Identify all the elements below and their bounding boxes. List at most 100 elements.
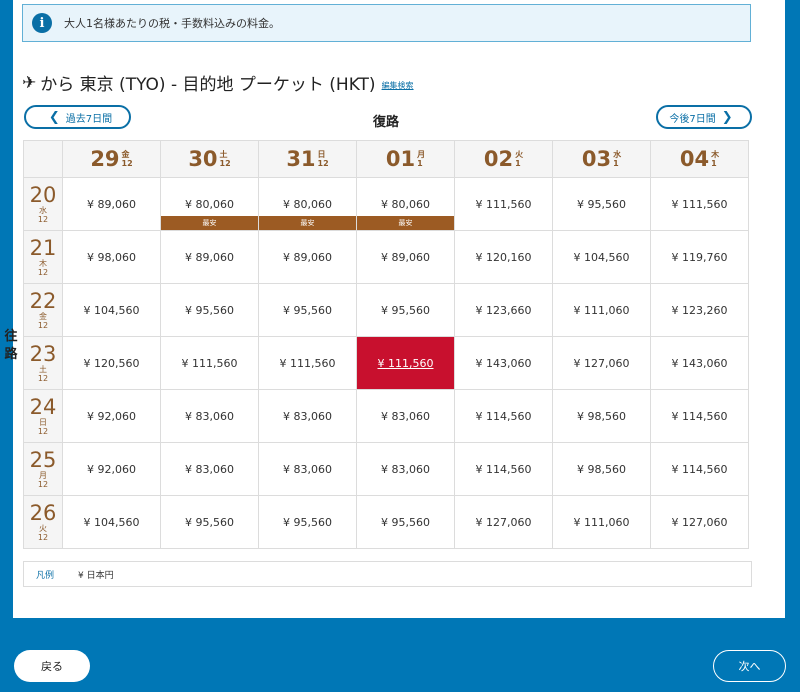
table-row: 21 木 12 ¥ 98,060 ¥ 89,060 ¥ 89,060 ¥ 89,06… — [23, 230, 749, 284]
outbound-day: 24 — [29, 395, 57, 419]
fare-cell[interactable]: ¥ 95,560 — [356, 283, 455, 337]
fare-cell[interactable]: ¥ 98,560 — [552, 442, 651, 496]
fare-cell[interactable]: ¥ 111,560 — [160, 336, 259, 390]
return-day: 01 — [385, 147, 416, 171]
return-dow: 水 — [613, 150, 622, 159]
fare-price: ¥ 83,060 — [283, 463, 332, 476]
fare-price: ¥ 83,060 — [381, 410, 430, 423]
fare-price: ¥ 98,560 — [577, 410, 626, 423]
next-7-days-button[interactable]: 今後7日間 ❯ — [656, 105, 752, 129]
fare-price: ¥ 83,060 — [283, 410, 332, 423]
return-day: 30 — [188, 147, 218, 171]
return-day: 31 — [286, 147, 316, 171]
fare-price: ¥ 104,560 — [573, 251, 630, 264]
return-dow: 月 — [417, 150, 426, 159]
outbound-dow: 火 — [39, 524, 47, 533]
return-month: 1 — [613, 159, 619, 168]
fare-cell[interactable]: ¥ 83,060 — [258, 389, 357, 443]
outbound-day: 21 — [29, 236, 57, 260]
return-month: 12 — [317, 159, 329, 168]
fare-cell[interactable]: ¥ 111,560 — [650, 177, 749, 231]
fare-cell[interactable]: ¥ 111,060 — [552, 495, 651, 549]
return-date-header: 29 金 12 — [62, 140, 161, 178]
fare-cell[interactable]: ¥ 89,060 — [356, 230, 455, 284]
fare-cell[interactable]: ¥ 95,560 — [258, 495, 357, 549]
fare-price: ¥ 89,060 — [283, 251, 332, 264]
outbound-date-header: 23 土 12 — [23, 336, 63, 390]
fare-cell[interactable]: ¥ 127,060 — [650, 495, 749, 549]
outbound-dow: 金 — [39, 312, 47, 321]
fare-cell[interactable]: ¥ 127,060 — [454, 495, 553, 549]
fare-cell[interactable]: ¥ 83,060 — [160, 442, 259, 496]
table-row: 25 月 12 ¥ 92,060 ¥ 83,060 ¥ 83,060 ¥ 83,06… — [23, 442, 749, 496]
return-dow: 日 — [317, 150, 326, 159]
fare-price: ¥ 83,060 — [381, 463, 430, 476]
fare-cell[interactable]: ¥ 83,060 — [356, 389, 455, 443]
fare-cell[interactable]: ¥ 92,060 — [62, 389, 161, 443]
fare-cell[interactable]: ¥ 95,560 — [356, 495, 455, 549]
outbound-date-header: 25 月 12 — [23, 442, 63, 496]
fare-price: ¥ 95,560 — [381, 516, 430, 529]
fare-cell[interactable]: ¥ 98,560 — [552, 389, 651, 443]
edit-search-link[interactable]: 編集検索 — [382, 80, 414, 91]
fare-price: ¥ 95,560 — [283, 516, 332, 529]
route-title: ✈ から 東京 (TYO) - 目的地 プーケット (HKT) 編集検索 — [22, 70, 414, 96]
fare-price: ¥ 120,160 — [475, 251, 532, 264]
fare-cell-selected[interactable]: ¥ 111,560 — [356, 336, 455, 390]
return-date-header: 30 土 12 — [160, 140, 259, 178]
outbound-dow: 月 — [39, 471, 47, 480]
fare-cell[interactable]: ¥ 89,060 — [62, 177, 161, 231]
fare-cell[interactable]: ¥ 114,560 — [650, 389, 749, 443]
fare-cell[interactable]: ¥ 104,560 — [552, 230, 651, 284]
table-row: 23 土 12 ¥ 120,560 ¥ 111,560 ¥ 111,560 ¥ 11… — [23, 336, 749, 390]
fare-cell[interactable]: ¥ 104,560 — [62, 283, 161, 337]
next-button[interactable]: 次へ — [713, 650, 786, 682]
fare-cell[interactable]: ¥ 83,060 — [258, 442, 357, 496]
fare-cell[interactable]: ¥ 95,560 — [160, 283, 259, 337]
outbound-date-header: 22 金 12 — [23, 283, 63, 337]
fare-calendar: 29 金 12 30 土 12 31 日 12 01 月 1 02 火 1 03 水 1 04 木 1 20… — [23, 140, 749, 549]
fare-cell[interactable]: ¥ 120,560 — [62, 336, 161, 390]
fare-cell[interactable]: ¥ 95,560 — [258, 283, 357, 337]
fare-cell[interactable]: ¥ 127,060 — [552, 336, 651, 390]
fare-cell[interactable]: ¥ 114,560 — [454, 389, 553, 443]
prev-7-days-label: 過去7日間 — [65, 113, 113, 125]
return-dow: 木 — [711, 150, 720, 159]
fare-cell[interactable]: ¥ 98,060 — [62, 230, 161, 284]
fare-cell[interactable]: ¥ 89,060 — [258, 230, 357, 284]
fare-cell[interactable]: ¥ 92,060 — [62, 442, 161, 496]
table-row: 24 日 12 ¥ 92,060 ¥ 83,060 ¥ 83,060 ¥ 83,06… — [23, 389, 749, 443]
fare-cell[interactable]: ¥ 143,060 — [650, 336, 749, 390]
outbound-day: 25 — [29, 448, 57, 472]
outbound-date-header: 26 火 12 — [23, 495, 63, 549]
fare-cell[interactable]: ¥ 104,560 — [62, 495, 161, 549]
prev-7-days-button[interactable]: ❮ 過去7日間 — [24, 105, 131, 129]
fare-cell[interactable]: ¥ 143,060 — [454, 336, 553, 390]
fare-cell[interactable]: ¥ 119,760 — [650, 230, 749, 284]
fare-cell[interactable]: ¥ 80,060 最安 — [356, 177, 455, 231]
fare-price: ¥ 111,560 — [181, 357, 238, 370]
fare-cell[interactable]: ¥ 120,160 — [454, 230, 553, 284]
fare-cell[interactable]: ¥ 123,260 — [650, 283, 749, 337]
fare-cell[interactable]: ¥ 83,060 — [356, 442, 455, 496]
fare-cell[interactable]: ¥ 111,560 — [454, 177, 553, 231]
fare-cell[interactable]: ¥ 111,560 — [258, 336, 357, 390]
back-button[interactable]: 戻る — [14, 650, 90, 682]
fare-price: ¥ 114,560 — [671, 410, 728, 423]
fare-cell[interactable]: ¥ 123,660 — [454, 283, 553, 337]
fare-cell[interactable]: ¥ 80,060 最安 — [258, 177, 357, 231]
fare-cell[interactable]: ¥ 111,060 — [552, 283, 651, 337]
fare-price: ¥ 92,060 — [87, 463, 136, 476]
fare-cell[interactable]: ¥ 114,560 — [650, 442, 749, 496]
fare-cell[interactable]: ¥ 83,060 — [160, 389, 259, 443]
fare-cell[interactable]: ¥ 95,560 — [160, 495, 259, 549]
fare-price: ¥ 123,660 — [475, 304, 532, 317]
fare-price: ¥ 89,060 — [185, 251, 234, 264]
fare-cell[interactable]: ¥ 89,060 — [160, 230, 259, 284]
grid-corner — [23, 140, 63, 178]
fare-cell[interactable]: ¥ 80,060 最安 — [160, 177, 259, 231]
fare-cell[interactable]: ¥ 95,560 — [552, 177, 651, 231]
fare-cell[interactable]: ¥ 114,560 — [454, 442, 553, 496]
fare-price[interactable]: ¥ 111,560 — [357, 357, 454, 370]
outbound-month: 12 — [37, 268, 49, 277]
